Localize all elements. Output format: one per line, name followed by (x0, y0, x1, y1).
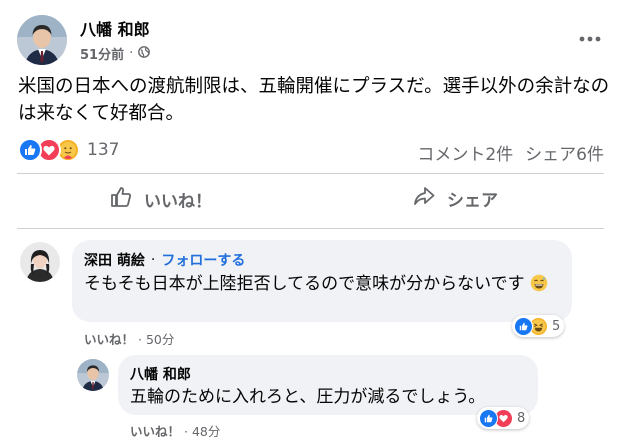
share-arrow-icon (413, 186, 435, 211)
separator: · (138, 332, 146, 347)
author-avatar[interactable] (17, 15, 67, 65)
reply-author-avatar[interactable] (77, 359, 109, 391)
share-button-label: シェア (447, 191, 498, 211)
post-text: 米国の日本への渡航制限は、五輪開催にプラスだ。選手以外の余計なのは来なくて好都合… (18, 76, 610, 124)
reaction-summary[interactable]: 137 (18, 138, 119, 162)
comment-time[interactable]: 50分 (146, 332, 174, 347)
reaction-count[interactable]: 137 (87, 140, 119, 160)
reply-bubble: 八幡 和郎 五輪のために入れろと、圧力が減るでしょう。 (118, 355, 538, 415)
comment-like-link[interactable]: いいね！ (84, 332, 134, 347)
divider (17, 173, 604, 174)
comment-text: そもそも日本が上陸拒否してるので意味が分からないです (84, 274, 525, 294)
like-reaction-icon (18, 138, 42, 162)
reply-time[interactable]: 48分 (192, 424, 220, 439)
post-meta: 51分前 · (80, 44, 151, 63)
post-stats: コメント2件 シェア6件 (417, 140, 604, 165)
more-dots-icon (579, 23, 601, 47)
share-button[interactable]: シェア (413, 186, 498, 211)
reply-reactions[interactable]: 8 (477, 407, 530, 429)
reply-text: 五輪のために入れろと、圧力が減るでしょう。 (130, 387, 486, 407)
separator: · (184, 424, 192, 439)
post-author-name[interactable]: 八幡 和郎 (80, 16, 150, 40)
comment-actions: いいね！ · 50分 (84, 329, 174, 348)
more-options-button[interactable] (579, 30, 601, 42)
post-timestamp[interactable]: 51分前 (80, 44, 124, 63)
meta-separator: · (129, 46, 134, 61)
like-reaction-icon (479, 408, 498, 428)
like-button[interactable]: いいね！ (110, 186, 212, 213)
follow-button[interactable]: フォローする (161, 250, 245, 270)
reply-reaction-count: 8 (517, 410, 526, 426)
name-separator: · (150, 252, 156, 268)
comments-count[interactable]: コメント2件 (417, 140, 513, 165)
globe-icon (138, 45, 151, 62)
reply-actions: いいね！ · 48分 (130, 421, 220, 440)
comment-author-name[interactable]: 深田 萌絵 (84, 250, 145, 270)
comment-text-row: そもそも日本が上陸拒否してるので意味が分からないです (84, 272, 560, 299)
shares-count[interactable]: シェア6件 (525, 140, 604, 165)
divider (17, 228, 604, 229)
comment-bubble: 深田 萌絵 · フォローする そもそも日本が上陸拒否してるので意味が分からないで… (72, 240, 572, 322)
comment-reactions[interactable]: 5 (512, 315, 565, 337)
commenter-avatar[interactable] (20, 242, 60, 282)
thumbs-up-icon (110, 186, 132, 213)
reply-author-name[interactable]: 八幡 和郎 (130, 364, 526, 384)
reply-like-link[interactable]: いいね！ (130, 424, 180, 439)
comment-reaction-count: 5 (552, 318, 561, 334)
grinning-sweat-emoji-icon (530, 274, 548, 299)
like-button-label: いいね！ (144, 192, 212, 212)
like-reaction-icon (514, 316, 533, 336)
